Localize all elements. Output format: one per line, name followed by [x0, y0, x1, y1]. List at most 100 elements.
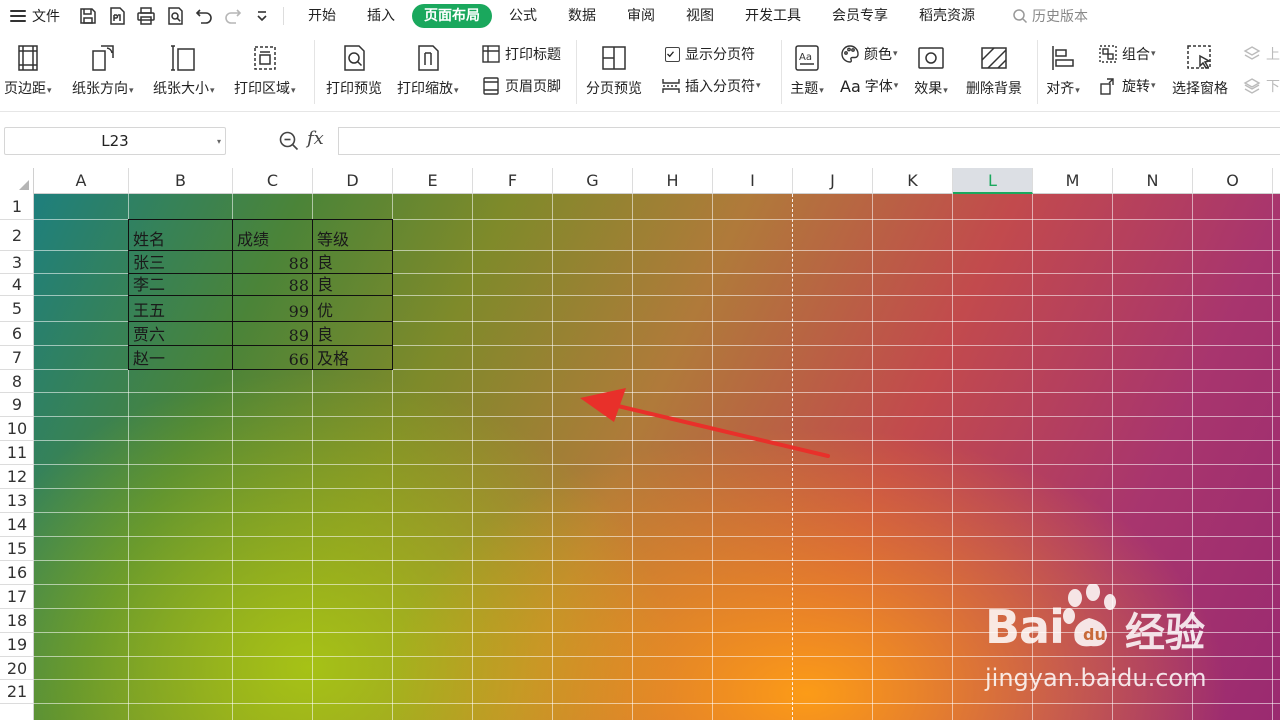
row-header-4[interactable]: 4 [0, 274, 34, 296]
tab-review[interactable]: 审阅 [613, 4, 669, 28]
tab-docer[interactable]: 稻壳资源 [905, 4, 989, 28]
file-menu[interactable]: 文件 [0, 0, 68, 32]
page-break-preview-button[interactable]: 分页预览 [586, 32, 642, 98]
tab-home[interactable]: 开始 [294, 4, 350, 28]
palette-icon [841, 45, 859, 63]
export-pdf-icon[interactable] [105, 4, 129, 28]
row-header-20[interactable]: 20 [0, 657, 34, 680]
row-header-1[interactable]: 1 [0, 194, 34, 220]
theme-color-button[interactable]: 颜色 ▾ [840, 44, 898, 64]
column-header-E[interactable]: E [393, 168, 473, 194]
formula-input[interactable] [338, 127, 1280, 155]
column-header-J[interactable]: J [793, 168, 873, 194]
delete-background-button[interactable]: 删除背景 [966, 32, 1022, 98]
name-box[interactable]: L23 ▾ [4, 127, 226, 155]
rotate-button[interactable]: 旋转 ▾ [1098, 76, 1156, 96]
row-header-15[interactable]: 15 [0, 537, 34, 561]
group-button[interactable]: 组合 ▾ [1098, 44, 1156, 64]
tab-insert[interactable]: 插入 [353, 4, 409, 28]
customize-chevron-icon[interactable] [250, 4, 274, 28]
send-backward-button[interactable]: 下 [1242, 76, 1280, 96]
delete-background-label: 删除背景 [966, 81, 1022, 97]
select-all-corner[interactable] [0, 168, 34, 194]
fx-icon[interactable]: fx [307, 128, 324, 149]
row-header-11[interactable]: 11 [0, 441, 34, 465]
formula-bar: L23 ▾ fx [0, 112, 1280, 168]
bring-forward-button[interactable]: 上 [1242, 44, 1280, 64]
row-header-21[interactable]: 21 [0, 680, 34, 704]
tab-member[interactable]: 会员专享 [818, 4, 902, 28]
column-header-H[interactable]: H [633, 168, 713, 194]
undo-icon[interactable] [192, 4, 216, 28]
header-footer-button[interactable]: 页眉页脚 [481, 76, 561, 96]
name-box-value: L23 [101, 132, 129, 150]
theme-font-button[interactable]: Aa 字体 ▾ [840, 76, 898, 96]
tab-page-layout[interactable]: 页面布局 [412, 4, 492, 28]
margins-button[interactable]: 页边距▾ [4, 32, 52, 98]
column-header-L[interactable]: L [953, 168, 1033, 194]
column-header-B[interactable]: B [129, 168, 233, 194]
row-header-6[interactable]: 6 [0, 322, 34, 346]
row-header-3[interactable]: 3 [0, 251, 34, 274]
effects-label: 效果 [914, 81, 943, 97]
tab-developer[interactable]: 开发工具 [731, 4, 815, 28]
column-header-F[interactable]: F [473, 168, 553, 194]
tab-data[interactable]: 数据 [554, 4, 610, 28]
zoom-icon[interactable] [278, 130, 300, 152]
redo-icon[interactable] [221, 4, 245, 28]
column-header-A[interactable]: A [34, 168, 129, 194]
print-preview-icon[interactable] [163, 4, 187, 28]
theme-font-label: 字体 [864, 79, 893, 95]
table-border-line [129, 250, 393, 251]
row-header-7[interactable]: 7 [0, 346, 34, 370]
show-page-breaks-checkbox[interactable]: 显示分页符 [665, 44, 755, 64]
history-version-label: 历史版本 [1032, 9, 1088, 25]
gridline-horizontal [34, 536, 1280, 537]
column-header-I[interactable]: I [713, 168, 793, 194]
row-header-16[interactable]: 16 [0, 561, 34, 585]
rotate-label: 旋转 [1122, 79, 1150, 95]
row-header-5[interactable]: 5 [0, 296, 34, 322]
history-version[interactable]: 历史版本 [1012, 6, 1088, 26]
column-header-D[interactable]: D [313, 168, 393, 194]
margins-label: 页边距 [4, 81, 46, 97]
row-header-12[interactable]: 12 [0, 465, 34, 489]
column-header-N[interactable]: N [1113, 168, 1193, 194]
theme-button[interactable]: Aa 主题▾ [790, 32, 824, 98]
row-header-9[interactable]: 9 [0, 393, 34, 417]
margins-icon [11, 40, 45, 76]
column-header-K[interactable]: K [873, 168, 953, 194]
row-header-10[interactable]: 10 [0, 417, 34, 441]
print-preview-button[interactable]: 打印预览 [326, 32, 382, 98]
caret-icon: ▾ [756, 81, 761, 91]
row-header-14[interactable]: 14 [0, 513, 34, 537]
row-header-8[interactable]: 8 [0, 370, 34, 393]
selection-pane-button[interactable]: 选择窗格 [1172, 32, 1228, 98]
tab-formulas[interactable]: 公式 [495, 4, 551, 28]
paper-size-button[interactable]: 纸张大小▾ [153, 32, 215, 98]
row-header-2[interactable]: 2 [0, 220, 34, 251]
caret-icon: ▾ [893, 49, 898, 59]
print-scale-button[interactable]: 打印缩放▾ [397, 32, 459, 98]
tab-view[interactable]: 视图 [672, 4, 728, 28]
delete-background-icon [977, 40, 1011, 76]
print-titles-button[interactable]: 打印标题 [481, 44, 561, 64]
align-button[interactable]: 对齐▾ [1046, 32, 1080, 98]
row-header-18[interactable]: 18 [0, 609, 34, 633]
table-border-line [129, 273, 393, 274]
print-icon[interactable] [134, 4, 158, 28]
row-header-19[interactable]: 19 [0, 633, 34, 657]
column-header-G[interactable]: G [553, 168, 633, 194]
effects-button[interactable]: 效果▾ [914, 32, 948, 98]
row-header-17[interactable]: 17 [0, 585, 34, 609]
orientation-button[interactable]: 纸张方向▾ [72, 32, 134, 98]
column-header-O[interactable]: O [1193, 168, 1273, 194]
print-area-button[interactable]: 打印区域▾ [234, 32, 296, 98]
row-header-13[interactable]: 13 [0, 489, 34, 513]
table-border-line [129, 321, 393, 322]
chevron-down-icon[interactable]: ▾ [217, 137, 221, 146]
column-header-M[interactable]: M [1033, 168, 1113, 194]
column-header-C[interactable]: C [233, 168, 313, 194]
save-icon[interactable] [76, 4, 100, 28]
insert-page-break-button[interactable]: 插入分页符 ▾ [661, 76, 761, 96]
